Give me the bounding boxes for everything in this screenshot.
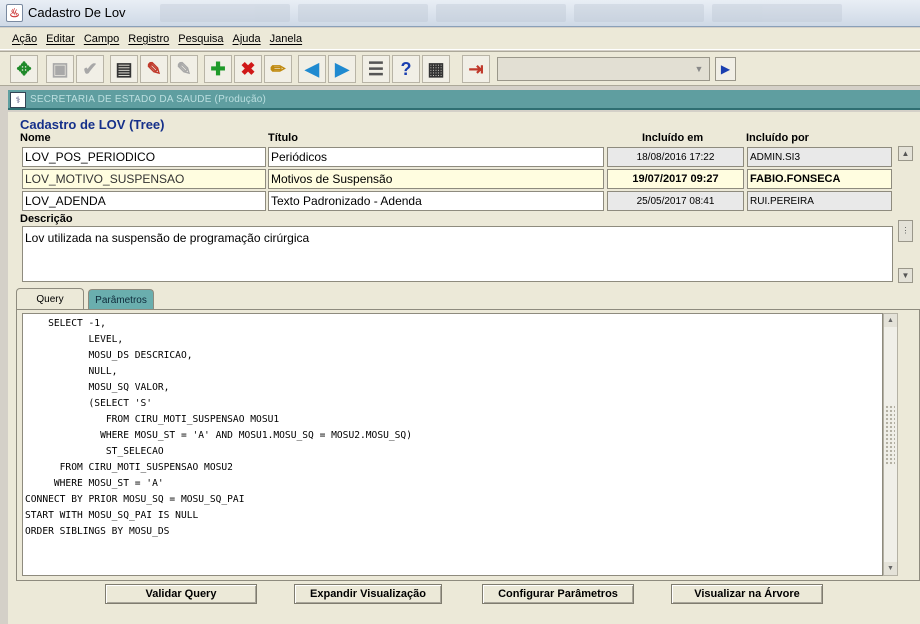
window-title: Cadastro De Lov [28, 5, 126, 20]
tab-query[interactable]: Query [16, 288, 84, 311]
print-icon[interactable]: ▦ [422, 55, 450, 83]
scroll-down-icon[interactable]: ▼ [898, 268, 913, 283]
column-header-incluido-em: Incluído em [642, 132, 704, 144]
form-title: Cadastro de LOV (Tree) [20, 117, 165, 132]
scroll-down-icon[interactable]: ▼ [884, 562, 897, 575]
titulo-field[interactable]: Texto Padronizado - Adenda [268, 191, 604, 211]
menu-registro[interactable]: Registro [128, 33, 169, 45]
menu-campo[interactable]: Campo [84, 33, 119, 45]
save-icon[interactable]: ▣ [46, 55, 74, 83]
background-taskbar [160, 4, 920, 24]
scroll-up-icon[interactable]: ▲ [884, 314, 897, 327]
column-header-titulo: Título [268, 132, 298, 144]
incluido-em-field: 18/08/2016 17:22 [607, 147, 744, 167]
resize-grip-icon[interactable] [885, 405, 895, 465]
query-editor[interactable]: SELECT -1, LEVEL, MOSU_DS DESCRICAO, NUL… [22, 313, 883, 576]
column-header-nome: Nome [20, 132, 51, 144]
menu-pesquisa[interactable]: Pesquisa [178, 33, 223, 45]
organization-logo-icon: ⚕ [10, 92, 26, 108]
wand-icon[interactable]: ✎ [170, 55, 198, 83]
organization-text: SECRETARIA DE ESTADO DA SAUDE (Produção) [30, 94, 267, 105]
descricao-label: Descrição [20, 213, 73, 225]
validar-query-button[interactable]: Validar Query [105, 584, 257, 604]
list-icon[interactable]: ☰ [362, 55, 390, 83]
check-icon[interactable]: ✔ [76, 55, 104, 83]
magic-icon[interactable]: ✎ [140, 55, 168, 83]
nome-field[interactable]: LOV_ADENDA [22, 191, 266, 211]
help-icon[interactable]: ? [392, 55, 420, 83]
organization-bar: ⚕ SECRETARIA DE ESTADO DA SAUDE (Produçã… [8, 90, 920, 110]
incluido-em-field: 25/05/2017 08:41 [607, 191, 744, 211]
menu-editar[interactable]: Editar [46, 33, 75, 45]
toolbar-combo[interactable]: ▼ [497, 57, 710, 81]
back-arrow-icon[interactable]: ◀ [298, 55, 326, 83]
menu-janela[interactable]: Janela [270, 33, 302, 45]
title-bar: ♨ Cadastro De Lov [0, 0, 920, 27]
nome-field[interactable]: LOV_MOTIVO_SUSPENSAO [22, 169, 266, 189]
configurar-parametros-button[interactable]: Configurar Parâmetros [482, 584, 634, 604]
titulo-field[interactable]: Motivos de Suspensão [268, 169, 604, 189]
incluido-em-field: 19/07/2017 09:27 [607, 169, 744, 189]
edit-icon[interactable]: ✏ [264, 55, 292, 83]
query-panel: SELECT -1, LEVEL, MOSU_DS DESCRICAO, NUL… [16, 309, 920, 581]
main-panel: Cadastro de LOV (Tree) Nome Título Inclu… [8, 112, 920, 624]
incluido-por-field: FABIO.FONSECA [747, 169, 892, 189]
incluido-por-field: ADMIN.SI3 [747, 147, 892, 167]
descricao-textarea[interactable]: Lov utilizada na suspensão de programaçã… [22, 226, 893, 282]
delete-icon[interactable]: ✖ [234, 55, 262, 83]
tab-parametros[interactable]: Parâmetros [88, 289, 154, 310]
nome-field[interactable]: LOV_POS_PERIODICO [22, 147, 266, 167]
column-header-incluido-por: Incluído por [746, 132, 809, 144]
expandir-visualizacao-button[interactable]: Expandir Visualização [294, 584, 442, 604]
add-icon[interactable]: ✚ [204, 55, 232, 83]
combo-next-icon[interactable]: ▶ [715, 57, 736, 81]
java-icon: ♨ [6, 4, 23, 22]
incluido-por-field: RUI.PEREIRA [747, 191, 892, 211]
menu-ajuda[interactable]: Ajuda [233, 33, 261, 45]
scroll-thumb[interactable]: ⋮ [898, 220, 913, 242]
toolbar: ✥ ▣ ✔ ▤ ✎ ✎ ✚ ✖ ✏ ◀ ▶ ☰ ? ▦ ⇥ ▼ ▶ [0, 51, 920, 86]
menu-acao[interactable]: Ação [12, 33, 37, 45]
visualizar-arvore-button[interactable]: Visualizar na Árvore [671, 584, 823, 604]
forward-arrow-icon[interactable]: ▶ [328, 55, 356, 83]
titulo-field[interactable]: Periódicos [268, 147, 604, 167]
exit-icon[interactable]: ⇥ [462, 55, 490, 83]
scroll-up-icon[interactable]: ▲ [898, 146, 913, 161]
move-icon[interactable]: ✥ [10, 55, 38, 83]
form-icon[interactable]: ▤ [110, 55, 138, 83]
menu-bar: Ação Editar Campo Registro Pesquisa Ajud… [0, 28, 920, 50]
chevron-down-icon: ▼ [694, 64, 704, 74]
